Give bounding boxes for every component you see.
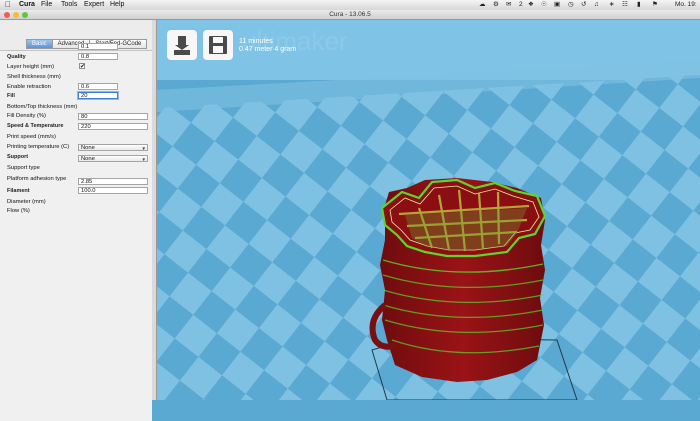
notification-count[interactable]: 2 xyxy=(519,0,523,10)
bottom-top-thickness-input[interactable]: 0.6 xyxy=(78,83,118,90)
diameter-input[interactable]: 2.85 xyxy=(78,178,148,185)
material-estimate: 0.47 meter 4 gram xyxy=(239,46,297,53)
fill-density-input[interactable]: 20 xyxy=(78,92,118,99)
mail-status-icon[interactable]: ✉ xyxy=(506,0,511,10)
flow-label: Flow (%) xyxy=(7,208,30,214)
window-titlebar: Cura - 13.06.5 xyxy=(0,10,700,20)
save-gcode-button[interactable] xyxy=(203,30,233,60)
platform-adhesion-value: None xyxy=(81,156,95,162)
layer-height-input[interactable]: 0.1 xyxy=(78,43,118,50)
platform-adhesion-label: Platform adhesion type xyxy=(7,176,67,182)
diameter-label: Diameter (mm) xyxy=(7,199,46,205)
battery-icon[interactable]: ▮ xyxy=(637,0,641,10)
layer-height-label: Layer height (mm) xyxy=(7,64,55,70)
retraction-label: Enable retraction xyxy=(7,84,51,90)
retraction-checkbox[interactable]: ✔ xyxy=(79,63,85,70)
time-machine-icon[interactable]: ↺ xyxy=(581,0,586,10)
section-filament: Filament xyxy=(7,188,30,194)
bluetooth-icon[interactable]: ☉ xyxy=(541,0,547,10)
support-type-select[interactable]: None ▼ xyxy=(78,144,148,151)
menubar-clock[interactable]: Mo. 19: xyxy=(675,0,697,10)
wifi-icon[interactable]: ☷ xyxy=(622,0,628,10)
chevron-down-icon: ▼ xyxy=(141,157,146,162)
dropbox-icon[interactable]: ❖ xyxy=(528,0,534,10)
bottom-top-thickness-label: Bottom/Top thickness (mm) xyxy=(7,104,78,110)
menu-expert[interactable]: Expert xyxy=(84,0,104,10)
platform-adhesion-select[interactable]: None ▼ xyxy=(78,155,148,162)
support-type-label: Support type xyxy=(7,165,40,171)
apple-icon[interactable]:  xyxy=(5,0,11,10)
fill-density-label: Fill Density (%) xyxy=(7,113,46,119)
print-speed-input[interactable]: 80 xyxy=(78,113,148,120)
menu-file[interactable]: File xyxy=(41,0,52,10)
load-model-icon xyxy=(174,36,190,55)
load-model-button[interactable] xyxy=(167,30,197,60)
menu-tools[interactable]: Tools xyxy=(61,0,77,10)
mute-icon[interactable]: ♫ xyxy=(594,0,599,10)
section-support: Support xyxy=(7,154,29,160)
model-mesh[interactable] xyxy=(369,178,547,382)
menu-cura[interactable]: Cura xyxy=(19,0,35,10)
section-speed: Speed & Temperature xyxy=(7,123,64,129)
display-icon[interactable]: ▣ xyxy=(554,0,560,10)
support-type-value: None xyxy=(81,145,95,151)
flow-input[interactable]: 100.0 xyxy=(78,187,148,194)
settings-content: Quality Layer height (mm) Shell thicknes… xyxy=(0,50,152,421)
shell-thickness-label: Shell thickness (mm) xyxy=(7,74,61,80)
3d-viewport[interactable]: ultimaker 11 minutes 0.47 meter 4 gram xyxy=(157,20,700,400)
clock-status-icon[interactable]: ◷ xyxy=(568,0,574,10)
save-floppy-icon xyxy=(209,36,227,54)
sync-icon[interactable]: ☁ xyxy=(479,0,486,10)
scene-canvas: ultimaker xyxy=(157,20,700,400)
gear-status-icon[interactable]: ⚙ xyxy=(493,0,499,10)
print-temperature-input[interactable]: 220 xyxy=(78,123,148,130)
tab-basic[interactable]: Basic xyxy=(26,39,53,49)
print-temperature-label: Printing temperature (C) xyxy=(7,144,70,150)
window-title: Cura - 13.06.5 xyxy=(329,11,371,18)
bluetooth-alt-icon[interactable]: ∗ xyxy=(609,0,614,10)
shell-thickness-input[interactable]: 0.8 xyxy=(78,53,118,60)
print-time-estimate: 11 minutes xyxy=(239,38,273,45)
section-quality: Quality xyxy=(7,54,26,60)
menu-help[interactable]: Help xyxy=(110,0,124,10)
settings-panel: Quality Layer height (mm) Shell thicknes… xyxy=(0,20,153,421)
chevron-down-icon: ▼ xyxy=(141,146,146,151)
flag-icon[interactable]: ⚑ xyxy=(652,0,658,10)
print-speed-label: Print speed (mm/s) xyxy=(7,134,56,140)
section-fill: Fill xyxy=(7,93,15,99)
